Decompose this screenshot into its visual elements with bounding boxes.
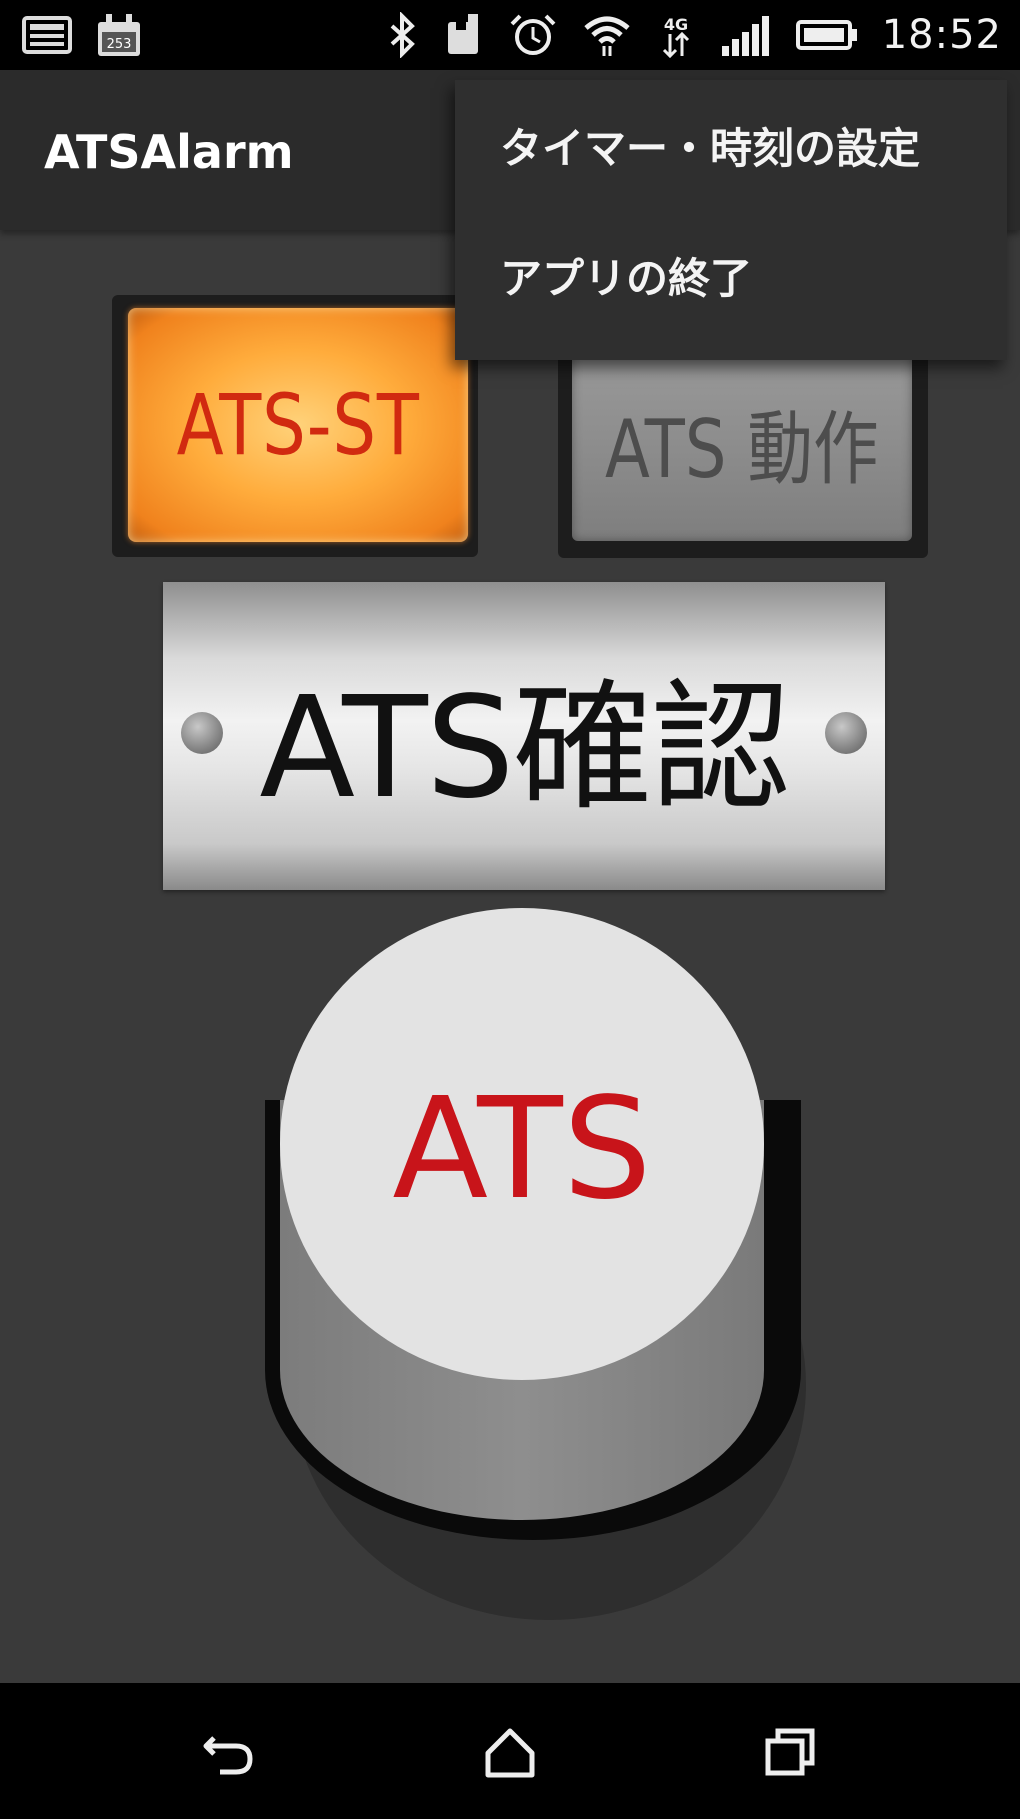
ats-button-label: ATS xyxy=(392,1067,652,1231)
menu-item-exit-app[interactable]: アプリの終了 xyxy=(455,210,1007,340)
navigation-bar xyxy=(0,1683,1020,1819)
ats-confirm-plate: ATS確認 xyxy=(163,582,885,890)
battery-icon xyxy=(795,20,857,50)
ats-st-lamp-label: ATS-ST xyxy=(176,376,420,474)
menu-item-timer-settings[interactable]: タイマー・時刻の設定 xyxy=(455,80,1007,210)
back-button[interactable] xyxy=(195,1718,265,1788)
nfc-icon xyxy=(447,14,478,54)
home-icon xyxy=(485,1728,535,1778)
rivet-icon xyxy=(181,712,223,754)
calendar-notification-icon: 253 xyxy=(98,14,140,56)
ats-button[interactable]: ATS xyxy=(280,908,764,1380)
recent-apps-icon xyxy=(765,1728,815,1776)
ats-operation-lamp-label: ATS 動作 xyxy=(605,403,879,496)
overflow-menu: タイマー・時刻の設定 アプリの終了 xyxy=(455,80,1007,360)
ats-operation-lamp: ATS 動作 xyxy=(572,345,912,541)
signal-icon xyxy=(721,16,769,56)
svg-text:253: 253 xyxy=(107,37,132,52)
keyboard-notification-icon xyxy=(22,16,72,54)
wifi-icon xyxy=(584,16,630,56)
rivet-icon xyxy=(825,712,867,754)
ats-st-lamp: ATS-ST xyxy=(128,308,468,542)
mobile-data-icon: 4G xyxy=(662,15,689,58)
recent-apps-button[interactable] xyxy=(755,1718,825,1788)
app-title: ATSAlarm xyxy=(44,125,294,179)
bluetooth-icon xyxy=(390,12,415,58)
alarm-clock-icon xyxy=(510,14,556,55)
status-bar: 253 4G 18:52 xyxy=(0,0,1020,70)
back-icon xyxy=(203,1736,253,1775)
clock-time: 18:52 xyxy=(881,12,1002,58)
ats-confirm-plate-label: ATS確認 xyxy=(259,667,790,830)
home-button[interactable] xyxy=(475,1718,545,1788)
svg-text:4G: 4G xyxy=(664,15,688,34)
